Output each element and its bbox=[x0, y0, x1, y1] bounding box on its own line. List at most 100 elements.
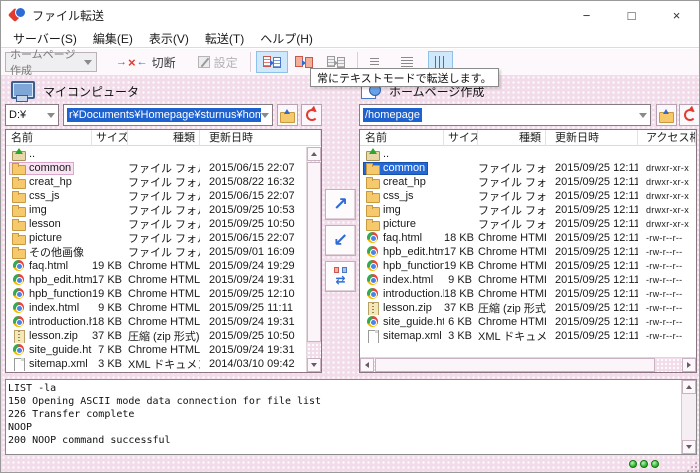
scroll-thumb[interactable] bbox=[375, 358, 655, 372]
file-icon bbox=[12, 330, 26, 342]
file-row[interactable]: introduction.h... 18 KB Chrome HTML ... … bbox=[6, 315, 306, 329]
file-row[interactable]: picture ファイル フォルダー 2015/06/15 22:07 bbox=[6, 231, 306, 245]
scroll-down-button[interactable] bbox=[307, 358, 321, 372]
file-row[interactable]: site_guide.html 7 KB Chrome HTML ... 201… bbox=[6, 343, 306, 357]
file-row[interactable]: lesson ファイル フォルダー 2015/09/25 10:50 bbox=[6, 217, 306, 231]
column-header-size[interactable]: サイズ bbox=[92, 130, 128, 146]
file-row[interactable]: img ファイル フォルダー 2015/09/25 10:53 bbox=[6, 203, 306, 217]
file-row[interactable]: introduction.h... 18 KB Chrome HTML ... … bbox=[360, 287, 696, 301]
file-row[interactable]: その他画像 ファイル フォルダー 2015/09/01 16:09 bbox=[6, 245, 306, 259]
local-vertical-scrollbar[interactable] bbox=[306, 147, 321, 372]
local-refresh-button[interactable] bbox=[301, 104, 322, 126]
scroll-up-button[interactable] bbox=[307, 147, 321, 161]
site-select[interactable]: ホームページ作成 bbox=[5, 52, 97, 72]
file-icon bbox=[366, 316, 380, 328]
column-header-name[interactable]: 名前 bbox=[6, 130, 92, 146]
file-row[interactable]: lesson.zip 37 KB 圧縮 (zip 形式) ... 2015/09… bbox=[6, 329, 306, 343]
file-row[interactable]: lesson.zip 37 KB 圧縮 (zip 形式) ... 2015/09… bbox=[360, 301, 696, 315]
file-row[interactable]: hpb_function... 19 KB Chrome HTML ... 20… bbox=[6, 287, 306, 301]
disconnect-button[interactable]: →×← 切断 bbox=[109, 51, 183, 73]
file-row[interactable]: picture ファイル フォルダー 2015/09/25 12:11 drwx… bbox=[360, 217, 696, 231]
column-header-access[interactable]: アクセス権 bbox=[638, 130, 696, 146]
column-header-size[interactable]: サイズ bbox=[444, 130, 478, 146]
file-date: 2015/09/25 12:11 bbox=[546, 232, 638, 244]
scroll-thumb[interactable] bbox=[307, 162, 321, 342]
file-row[interactable]: hpb_function... 19 KB Chrome HTML ... 20… bbox=[360, 259, 696, 273]
file-name: hpb_edit.html bbox=[383, 246, 444, 258]
file-row[interactable]: hpb_edit.html 17 KB Chrome HTML ... 2015… bbox=[360, 245, 696, 259]
file-size: 3 KB bbox=[444, 330, 478, 342]
file-access: drwxr-xr-x bbox=[638, 205, 696, 215]
file-row[interactable]: img ファイル フォルダー 2015/09/25 12:11 drwxr-xr… bbox=[360, 203, 696, 217]
scroll-left-button[interactable] bbox=[360, 358, 374, 372]
local-up-folder-button[interactable] bbox=[277, 104, 298, 126]
file-row[interactable]: index.html 9 KB Chrome HTML ... 2015/09/… bbox=[6, 301, 306, 315]
remote-path-input[interactable]: /homepage bbox=[359, 104, 651, 126]
file-row[interactable]: faq.html 18 KB Chrome HTML ... 2015/09/2… bbox=[360, 231, 696, 245]
file-row[interactable]: hpb_edit.html 17 KB Chrome HTML ... 2015… bbox=[6, 273, 306, 287]
scroll-up-button[interactable] bbox=[682, 380, 696, 394]
file-row[interactable]: css_js ファイル フォルダー 2015/06/15 22:07 bbox=[6, 189, 306, 203]
minimize-button[interactable]: − bbox=[564, 1, 609, 29]
file-row[interactable]: .. bbox=[6, 147, 306, 161]
file-date: 2015/09/24 19:29 bbox=[200, 260, 306, 272]
file-size: 9 KB bbox=[92, 302, 128, 314]
file-icon bbox=[12, 358, 26, 370]
file-row[interactable]: common ファイル フォルダー 2015/09/25 12:11 drwxr… bbox=[360, 161, 696, 175]
log-lines[interactable]: LIST -la150 Opening ASCII mode data conn… bbox=[8, 382, 680, 452]
file-name: img bbox=[383, 204, 401, 216]
upload-button[interactable]: ↗ bbox=[325, 189, 356, 220]
file-access: -rw-r--r-- bbox=[638, 275, 696, 285]
file-row[interactable]: index.html 9 KB Chrome HTML ... 2015/09/… bbox=[360, 273, 696, 287]
menu-item[interactable]: 編集(E) bbox=[85, 30, 141, 47]
menu-item[interactable]: サーバー(S) bbox=[5, 30, 85, 47]
menu-item[interactable]: 転送(T) bbox=[197, 30, 252, 47]
sort-icon bbox=[435, 56, 446, 68]
close-button[interactable]: × bbox=[654, 1, 699, 29]
file-row[interactable]: site_guide.html 6 KB Chrome HTML ... 201… bbox=[360, 315, 696, 329]
file-name: site_guide.html bbox=[29, 344, 92, 356]
drive-select[interactable]: D:¥ bbox=[5, 104, 59, 126]
column-header-type[interactable]: 種類 bbox=[478, 130, 546, 146]
log-line: LIST -la bbox=[8, 382, 680, 395]
file-date: 2015/09/25 11:11 bbox=[200, 302, 306, 314]
resize-grip[interactable] bbox=[686, 461, 697, 472]
file-row[interactable]: .. bbox=[360, 147, 696, 161]
file-type: Chrome HTML ... bbox=[478, 288, 546, 300]
file-type: 圧縮 (zip 形式) ... bbox=[478, 300, 546, 316]
menu-item[interactable]: 表示(V) bbox=[141, 30, 197, 47]
file-name: sitemap.xml bbox=[383, 330, 442, 342]
file-name: common bbox=[383, 162, 425, 174]
file-row[interactable]: faq.html 19 KB Chrome HTML ... 2015/09/2… bbox=[6, 259, 306, 273]
file-date: 2015/09/25 12:11 bbox=[546, 316, 638, 328]
column-header-date[interactable]: 更新日時 bbox=[200, 130, 321, 146]
file-access: drwxr-xr-x bbox=[638, 177, 696, 187]
file-name: .. bbox=[29, 148, 35, 160]
scroll-down-button[interactable] bbox=[682, 440, 696, 454]
maximize-button[interactable]: □ bbox=[609, 1, 654, 29]
chevron-down-icon bbox=[84, 60, 92, 65]
file-row[interactable]: creat_hp ファイル フォルダー 2015/09/25 12:11 drw… bbox=[360, 175, 696, 189]
remote-up-folder-button[interactable] bbox=[656, 104, 677, 126]
file-row[interactable]: creat_hp ファイル フォルダー 2015/08/22 16:32 bbox=[6, 175, 306, 189]
file-date: 2015/09/25 12:11 bbox=[546, 162, 638, 174]
text-mode-button[interactable] bbox=[256, 51, 288, 73]
log-scrollbar[interactable] bbox=[681, 380, 696, 454]
local-path-input[interactable]: r¥Documents¥Homepage¥sturnus¥homepage bbox=[63, 104, 273, 126]
file-row[interactable]: css_js ファイル フォルダー 2015/09/25 12:11 drwxr… bbox=[360, 189, 696, 203]
scroll-right-button[interactable] bbox=[682, 358, 696, 372]
settings-button[interactable]: 設定 bbox=[191, 51, 245, 73]
download-button[interactable]: ↙ bbox=[325, 225, 356, 256]
remote-horizontal-scrollbar[interactable] bbox=[360, 357, 696, 372]
file-row[interactable]: common ファイル フォルダー 2015/06/15 22:07 bbox=[6, 161, 306, 175]
file-row[interactable]: sitemap.xml 3 KB XML ドキュメント 2014/03/10 0… bbox=[6, 357, 306, 371]
file-row[interactable]: sitemap.xml 3 KB XML ドキュメント 2015/09/25 1… bbox=[360, 329, 696, 343]
sync-icon: ⇄ bbox=[334, 267, 347, 286]
column-header-date[interactable]: 更新日時 bbox=[546, 130, 638, 146]
remote-refresh-button[interactable] bbox=[679, 104, 700, 126]
column-header-type[interactable]: 種類 bbox=[128, 130, 200, 146]
column-header-name[interactable]: 名前 bbox=[360, 130, 444, 146]
menu-item[interactable]: ヘルプ(H) bbox=[252, 30, 321, 47]
sync-button[interactable]: ⇄ bbox=[325, 261, 356, 292]
title-bar[interactable]: ファイル転送 − □ × bbox=[1, 1, 699, 29]
